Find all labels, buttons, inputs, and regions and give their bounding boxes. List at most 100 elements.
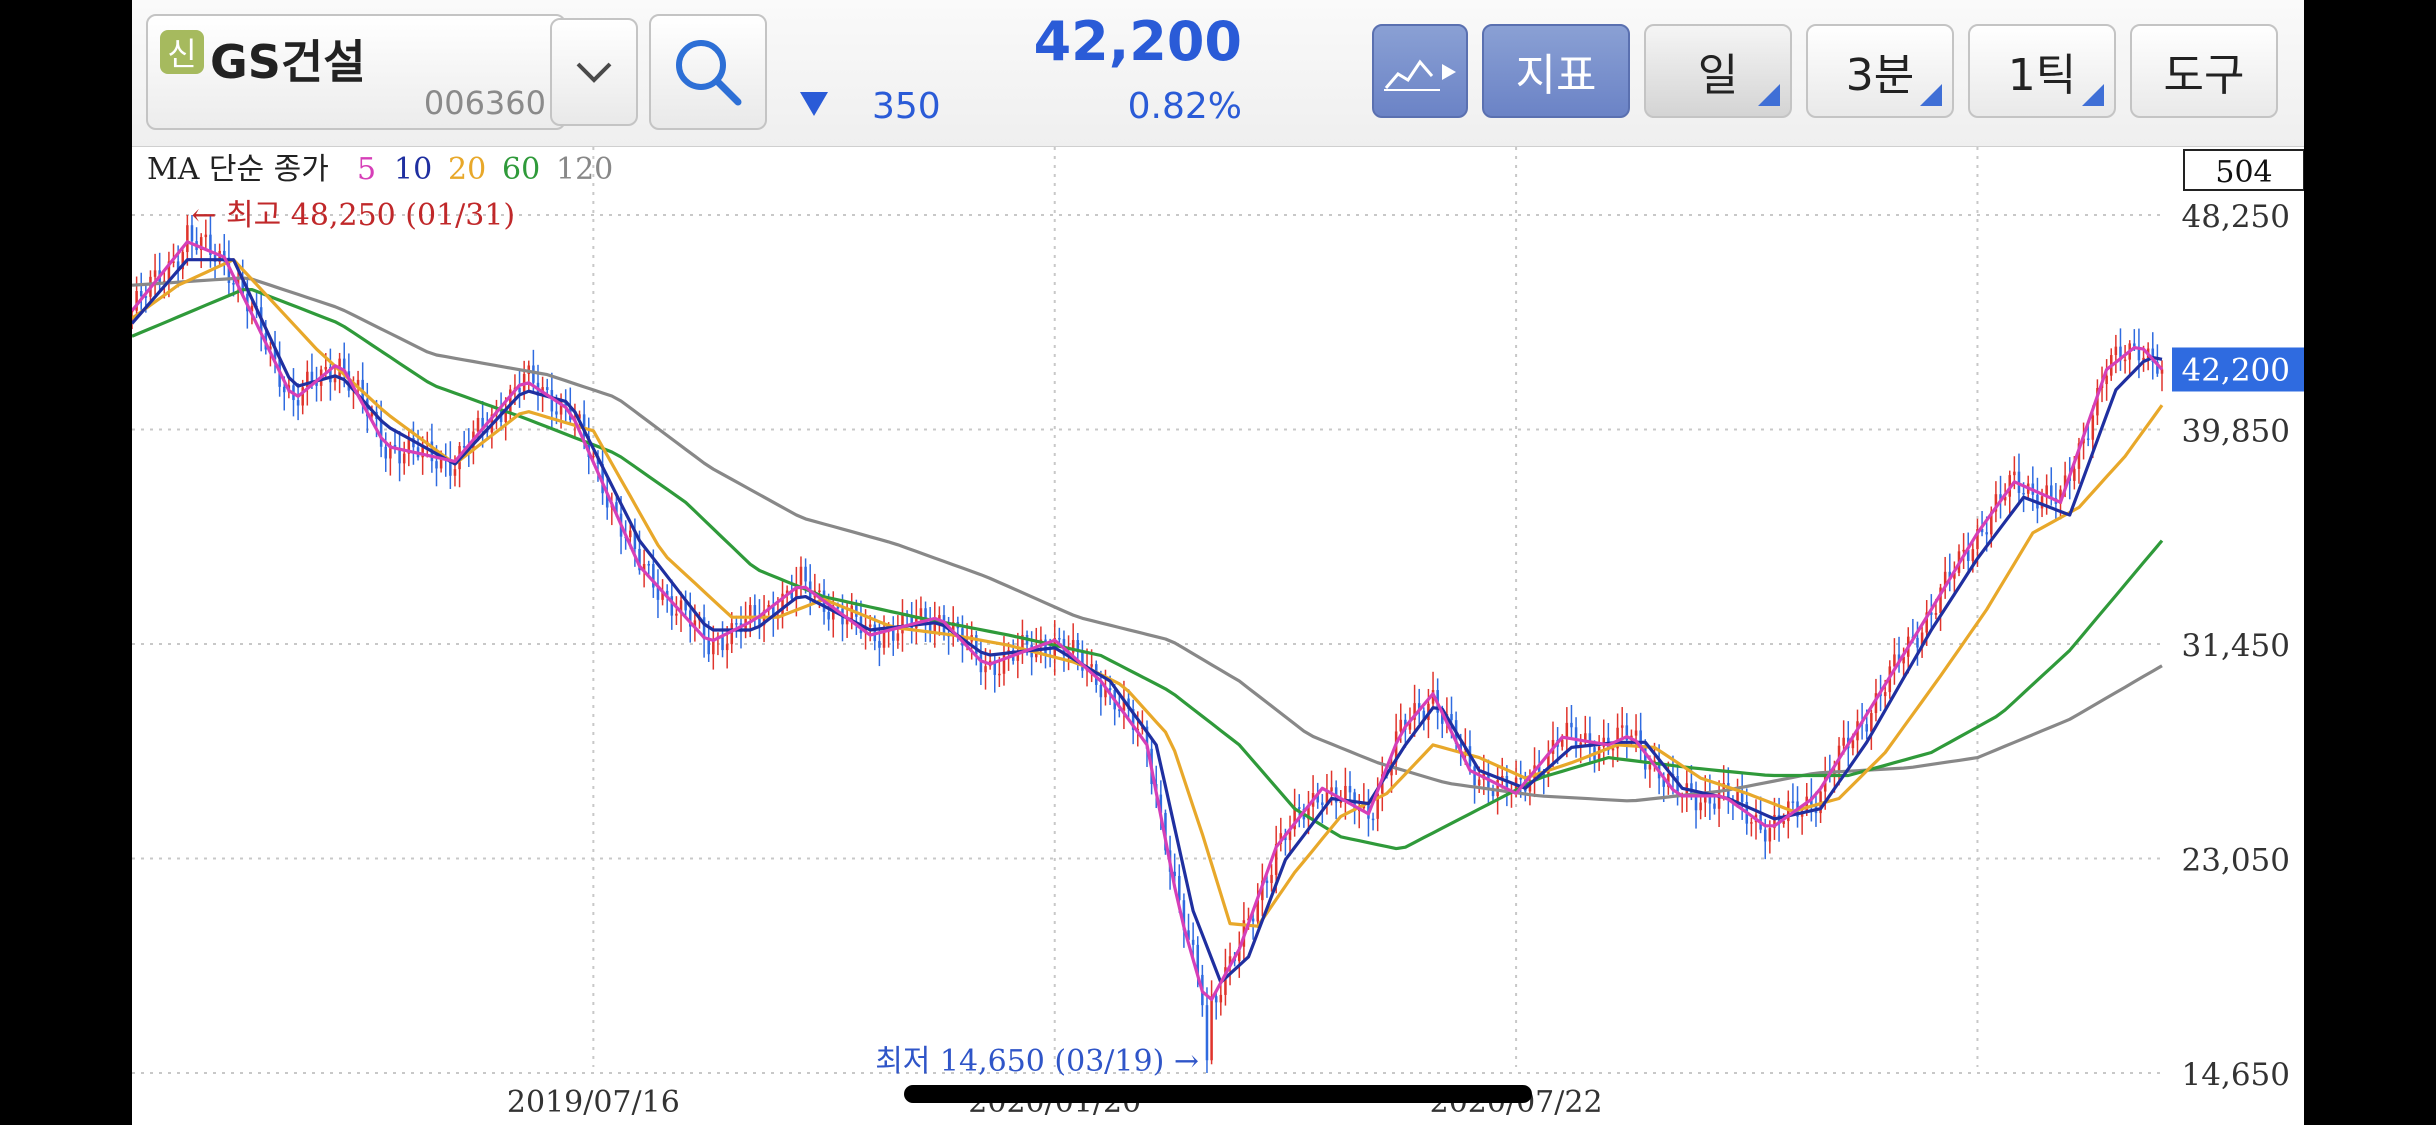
candle-body (555, 411, 558, 415)
candle-body (1893, 654, 1896, 667)
candle-body (333, 378, 337, 383)
candle-body (868, 624, 872, 627)
candle-body (1620, 725, 1624, 728)
tools-button[interactable]: 도구 (2130, 24, 2278, 118)
stock-name: GS건설 (210, 35, 366, 89)
candle-body (1371, 818, 1375, 821)
candle-body (2105, 375, 2108, 385)
candle-body (1210, 996, 1213, 1061)
candle-body (1321, 802, 1324, 805)
credit-badge: 신 (160, 30, 204, 74)
candle-body (1883, 692, 1887, 697)
low-annotation: 최저 14,650 (03/19) → (875, 1044, 1199, 1079)
y-tick-label: 31,450 (2182, 628, 2290, 664)
down-arrow-icon (800, 92, 828, 116)
ma-legend-prefix: MA 단순 종가 (147, 152, 329, 187)
candle-body (647, 564, 650, 566)
indicator-button[interactable]: 지표 (1482, 24, 1630, 118)
ma-legend: MA 단순 종가 5 10 20 60 120 (147, 152, 613, 187)
candle-body (1791, 801, 1795, 803)
high-annotation: ← 최고 48,250 (01/31) (191, 198, 515, 233)
tick-button[interactable]: 1틱 (1968, 24, 2116, 118)
candle-body (827, 611, 830, 620)
interval-button[interactable]: 3분 (1806, 24, 1954, 118)
candle-body (1971, 549, 1975, 561)
candle-body (804, 566, 807, 582)
interval-label: 3분 (1845, 50, 1915, 101)
candle-body (1002, 653, 1006, 674)
candle-body (753, 605, 757, 618)
current-price-tag: 42,200 (2182, 352, 2290, 388)
candle-body (1934, 613, 1938, 615)
candle-body (1985, 532, 1988, 535)
candle-body (1750, 822, 1753, 824)
dropdown-corner-icon (1920, 84, 1942, 106)
candle-body (324, 366, 328, 370)
stock-code: 006360 (423, 84, 546, 122)
ma-line-ma20 (132, 258, 2164, 928)
period-button[interactable]: 일 (1644, 24, 1792, 118)
candle-body (1865, 724, 1868, 732)
candle-body (1399, 719, 1403, 732)
candle-body (139, 291, 143, 297)
candle-body (1717, 790, 1721, 809)
stock-selector[interactable]: 신 GS건설 006360 (146, 14, 566, 130)
candle-body (504, 412, 507, 423)
candles (132, 215, 2164, 1073)
candle-body (818, 590, 821, 593)
candle-body (1058, 638, 1061, 640)
candle-body (435, 461, 438, 469)
candle-body (402, 453, 406, 464)
stock-chart[interactable]: 48,250 39,850 31,450 23,050 14,650 2019/07/16… (132, 147, 2304, 1125)
candle-body (1090, 664, 1093, 667)
dropdown-corner-icon (1758, 84, 1780, 106)
axis-labels: 48,250 39,850 31,450 23,050 14,650 2019/07/16… (507, 149, 2304, 1120)
period-label: 일 (1697, 50, 1739, 101)
candle-body (1081, 651, 1084, 671)
candle-body (1297, 807, 1301, 809)
candle-body (1348, 785, 1352, 793)
candle-body (1330, 787, 1333, 792)
candle-body (799, 566, 803, 585)
ma-legend-item: 120 (556, 152, 613, 187)
candle-body (1477, 779, 1481, 786)
stock-dropdown-button[interactable] (550, 18, 638, 126)
candle-body (998, 673, 1001, 676)
candle-body (629, 530, 632, 538)
search-button[interactable] (649, 14, 767, 130)
ma-legend-item: 10 (394, 152, 432, 187)
candle-body (1205, 1005, 1209, 1061)
candle-body (2022, 492, 2025, 495)
candle-body (282, 386, 286, 393)
candle-body (725, 644, 729, 651)
chart-grid (132, 147, 2162, 1074)
candle-body (1699, 802, 1702, 811)
chart-type-button[interactable] (1372, 24, 1468, 118)
y-tick-label: 39,850 (2182, 414, 2290, 450)
candle-body (1099, 684, 1103, 698)
candle-body (675, 613, 678, 616)
candle-body (550, 389, 554, 412)
candle-body (476, 417, 480, 432)
candle-body (1570, 722, 1573, 728)
candle-body (735, 623, 738, 625)
candle-body (1768, 828, 1772, 842)
candle-body (2114, 346, 2118, 356)
home-indicator[interactable] (904, 1085, 1532, 1103)
search-icon (676, 40, 742, 106)
candle-body (398, 449, 401, 464)
x-tick-label: 2019/07/16 (507, 1085, 680, 1120)
candle-body (1265, 880, 1269, 884)
candle-body (882, 631, 886, 648)
candle-body (979, 654, 983, 673)
candle-body (384, 446, 388, 459)
candle-body (1339, 801, 1343, 804)
candle-body (1713, 803, 1716, 809)
candle-body (1763, 829, 1767, 842)
price-change-rate: 0.82% (1127, 86, 1242, 127)
candle-body (1648, 764, 1652, 770)
top-label: 504 (2215, 155, 2272, 190)
toolbar: 신 GS건설 006360 42,200 350 0.82% 지표 일 3분 1… (132, 0, 2304, 147)
candle-body (1251, 918, 1255, 922)
candle-body (532, 365, 535, 383)
